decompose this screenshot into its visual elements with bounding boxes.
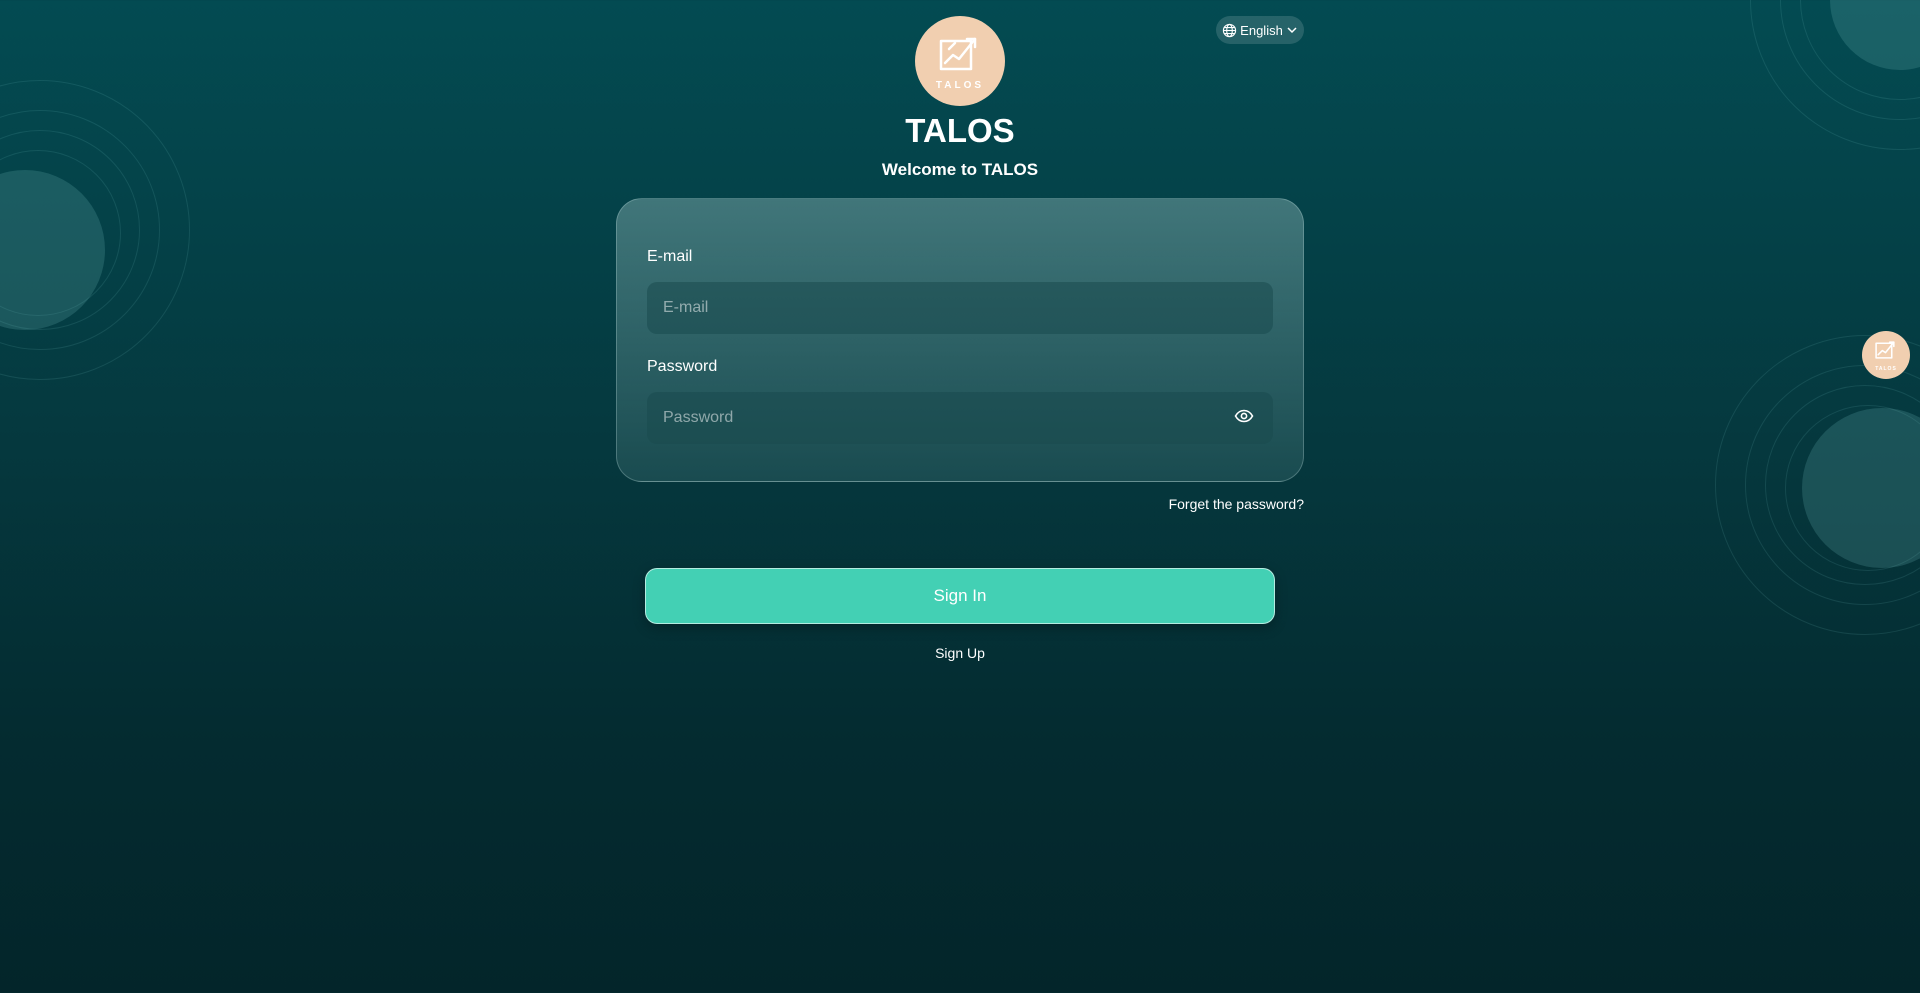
login-form: E-mail Password <box>616 198 1304 482</box>
sign-up-row: Sign Up <box>0 645 1920 661</box>
logo-wordmark: TALOS <box>935 80 985 91</box>
sign-up-link[interactable]: Sign Up <box>935 645 985 661</box>
eye-icon[interactable] <box>1234 409 1254 423</box>
growth-chart-icon <box>1874 338 1898 365</box>
chevron-down-icon <box>1286 24 1298 36</box>
email-field[interactable] <box>647 282 1273 334</box>
growth-chart-icon <box>937 31 983 78</box>
language-label: English <box>1240 22 1283 38</box>
email-label: E-mail <box>647 248 693 265</box>
password-label: Password <box>647 358 718 375</box>
sign-in-button[interactable]: Sign In <box>645 568 1275 624</box>
language-selector[interactable]: English <box>1216 16 1304 44</box>
floating-assistant-button[interactable]: TALOS <box>1862 331 1910 379</box>
welcome-text: Welcome to TALOS <box>881 160 1039 179</box>
forgot-password-link[interactable]: Forget the password? <box>1169 496 1304 512</box>
globe-icon <box>1222 23 1237 38</box>
logo-wordmark: TALOS <box>1875 366 1897 372</box>
brand-logo: TALOS <box>915 16 1005 106</box>
password-field[interactable] <box>647 392 1273 444</box>
app-title: TALOS <box>905 112 1015 149</box>
